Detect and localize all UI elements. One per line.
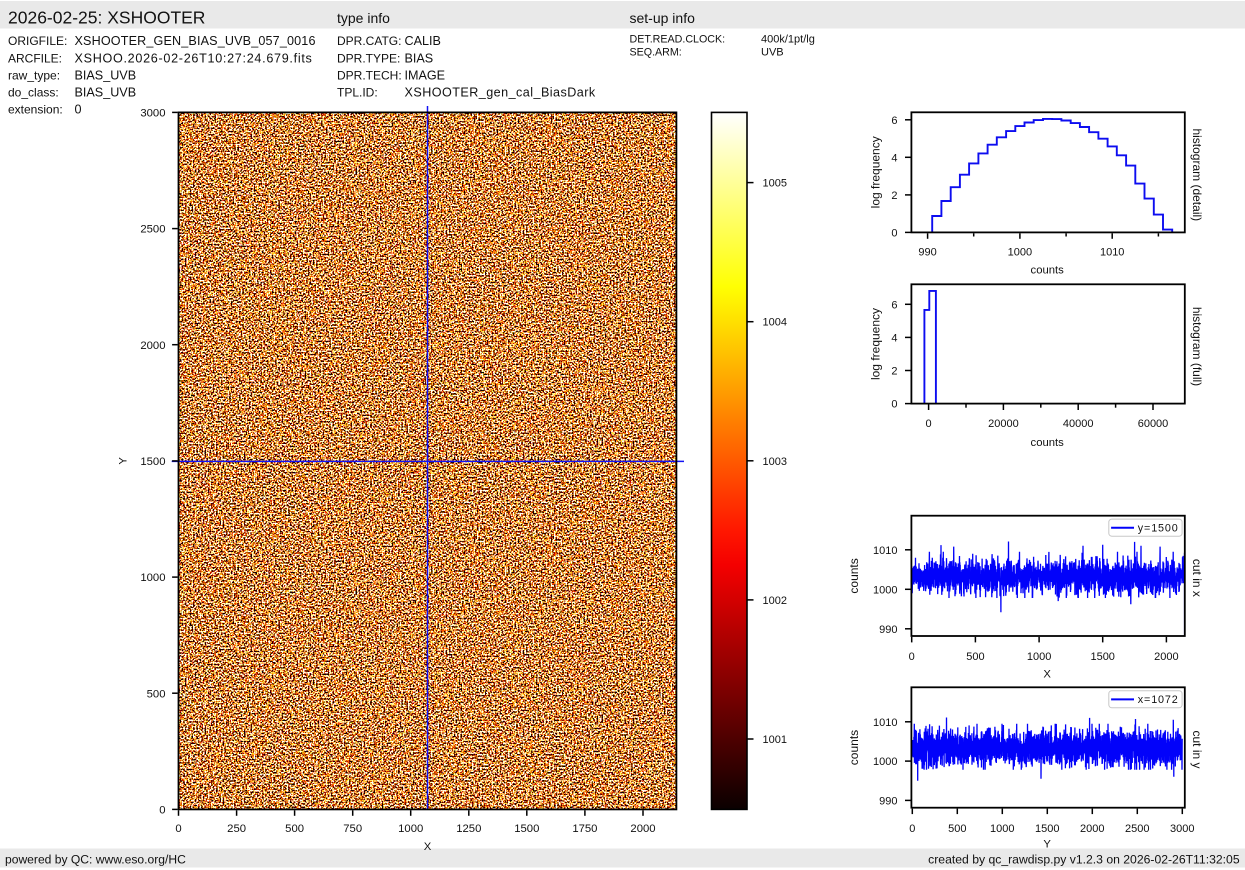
svg-text:1000: 1000	[873, 584, 897, 596]
svg-text:1000: 1000	[1027, 651, 1051, 663]
svg-text:y=1500: y=1500	[1138, 522, 1179, 534]
svg-text:set-up info: set-up info	[630, 10, 696, 26]
svg-text:40000: 40000	[1063, 418, 1094, 430]
svg-text:created by qc_rawdisp.py v1.2.: created by qc_rawdisp.py v1.2.3 on 2026-…	[928, 853, 1240, 867]
svg-text:500: 500	[147, 688, 166, 700]
svg-text:SEQ.ARM:: SEQ.ARM:	[630, 47, 682, 59]
svg-text:do_class:: do_class:	[8, 86, 59, 100]
svg-text:1000: 1000	[873, 756, 897, 768]
svg-text:cut in x: cut in x	[1190, 559, 1204, 597]
svg-text:log frequency: log frequency	[869, 308, 883, 380]
svg-text:2: 2	[891, 366, 897, 378]
svg-text:1750: 1750	[572, 823, 597, 835]
svg-text:4: 4	[891, 333, 897, 345]
svg-text:2: 2	[891, 190, 897, 202]
svg-text:2026-02-25: XSHOOTER: 2026-02-25: XSHOOTER	[8, 8, 205, 28]
svg-text:log frequency: log frequency	[869, 136, 883, 208]
svg-text:BIAS: BIAS	[405, 51, 434, 65]
svg-text:counts: counts	[1031, 265, 1065, 277]
svg-text:0: 0	[909, 651, 915, 663]
svg-text:DPR.CATG:: DPR.CATG:	[337, 34, 401, 48]
svg-text:UVB: UVB	[761, 47, 784, 59]
svg-text:1250: 1250	[456, 823, 481, 835]
svg-text:1010: 1010	[873, 545, 897, 557]
svg-text:1010: 1010	[1100, 247, 1124, 259]
svg-text:3000: 3000	[140, 108, 165, 120]
svg-text:6: 6	[891, 299, 897, 311]
svg-text:500: 500	[948, 823, 966, 835]
svg-text:1003: 1003	[763, 456, 787, 468]
svg-text:DET.READ.CLOCK:: DET.READ.CLOCK:	[630, 34, 726, 46]
svg-text:60000: 60000	[1138, 418, 1169, 430]
svg-text:Y: Y	[1043, 838, 1051, 850]
svg-text:1500: 1500	[514, 823, 539, 835]
svg-text:2000: 2000	[630, 823, 655, 835]
svg-text:extension:: extension:	[8, 103, 63, 117]
svg-text:500: 500	[966, 651, 984, 663]
svg-text:Y: Y	[118, 457, 130, 465]
svg-text:6: 6	[891, 115, 897, 127]
svg-text:500: 500	[285, 823, 304, 835]
svg-text:DPR.TYPE:: DPR.TYPE:	[337, 51, 400, 65]
svg-text:2000: 2000	[1154, 651, 1178, 663]
svg-text:0: 0	[909, 823, 915, 835]
svg-text:TPL.ID:: TPL.ID:	[337, 86, 378, 100]
svg-text:2500: 2500	[1125, 823, 1149, 835]
svg-text:1500: 1500	[1035, 823, 1059, 835]
svg-text:X: X	[1043, 668, 1051, 680]
svg-text:counts: counts	[1031, 437, 1065, 449]
svg-text:type info: type info	[337, 10, 390, 26]
svg-text:cut in y: cut in y	[1190, 730, 1204, 768]
svg-text:x=1072: x=1072	[1138, 694, 1179, 706]
svg-text:990: 990	[879, 624, 897, 636]
svg-text:XSHOOTER_gen_cal_BiasDark: XSHOOTER_gen_cal_BiasDark	[405, 86, 596, 100]
svg-text:0: 0	[926, 418, 932, 430]
svg-text:1010: 1010	[873, 717, 897, 729]
svg-text:3000: 3000	[1170, 823, 1194, 835]
svg-text:400k/1pt/lg: 400k/1pt/lg	[761, 34, 815, 46]
svg-text:DPR.TECH:: DPR.TECH:	[337, 68, 402, 82]
svg-text:0: 0	[159, 805, 165, 817]
svg-text:1000: 1000	[990, 823, 1014, 835]
svg-text:990: 990	[879, 796, 897, 808]
svg-text:750: 750	[343, 823, 362, 835]
svg-text:BIAS_UVB: BIAS_UVB	[75, 68, 137, 82]
svg-text:1500: 1500	[1090, 651, 1114, 663]
svg-text:raw_type:: raw_type:	[8, 68, 60, 82]
svg-text:ARCFILE:: ARCFILE:	[8, 51, 62, 65]
svg-text:0: 0	[75, 103, 82, 117]
svg-text:0: 0	[891, 228, 897, 240]
svg-text:CALIB: CALIB	[405, 34, 441, 48]
svg-text:1000: 1000	[140, 572, 165, 584]
svg-text:ORIGFILE:: ORIGFILE:	[8, 34, 67, 48]
svg-text:20000: 20000	[988, 418, 1019, 430]
svg-text:1002: 1002	[763, 595, 787, 607]
svg-text:2000: 2000	[1080, 823, 1104, 835]
svg-text:1001: 1001	[763, 734, 787, 746]
svg-text:powered by QC: www.eso.org/HC: powered by QC: www.eso.org/HC	[5, 853, 186, 867]
svg-text:X: X	[424, 841, 432, 853]
svg-text:1500: 1500	[140, 456, 165, 468]
svg-text:histogram (detail): histogram (detail)	[1190, 128, 1204, 221]
svg-text:2500: 2500	[140, 224, 165, 236]
svg-text:1000: 1000	[398, 823, 423, 835]
svg-text:counts: counts	[847, 730, 861, 765]
svg-text:1005: 1005	[763, 178, 787, 190]
svg-text:1004: 1004	[763, 317, 787, 329]
svg-text:BIAS_UVB: BIAS_UVB	[75, 86, 137, 100]
svg-text:0: 0	[175, 823, 181, 835]
svg-text:1000: 1000	[1008, 247, 1032, 259]
svg-text:4: 4	[891, 152, 897, 164]
svg-text:0: 0	[891, 399, 897, 411]
svg-text:2000: 2000	[140, 340, 165, 352]
svg-text:XSHOO.2026-02-26T10:27:24.679.: XSHOO.2026-02-26T10:27:24.679.fits	[75, 51, 313, 65]
svg-text:IMAGE: IMAGE	[405, 68, 446, 82]
svg-text:XSHOOTER_GEN_BIAS_UVB_057_0016: XSHOOTER_GEN_BIAS_UVB_057_0016	[75, 34, 316, 48]
svg-text:counts: counts	[847, 558, 861, 593]
svg-text:990: 990	[918, 247, 936, 259]
svg-text:histogram (full): histogram (full)	[1190, 307, 1204, 386]
svg-text:250: 250	[227, 823, 246, 835]
